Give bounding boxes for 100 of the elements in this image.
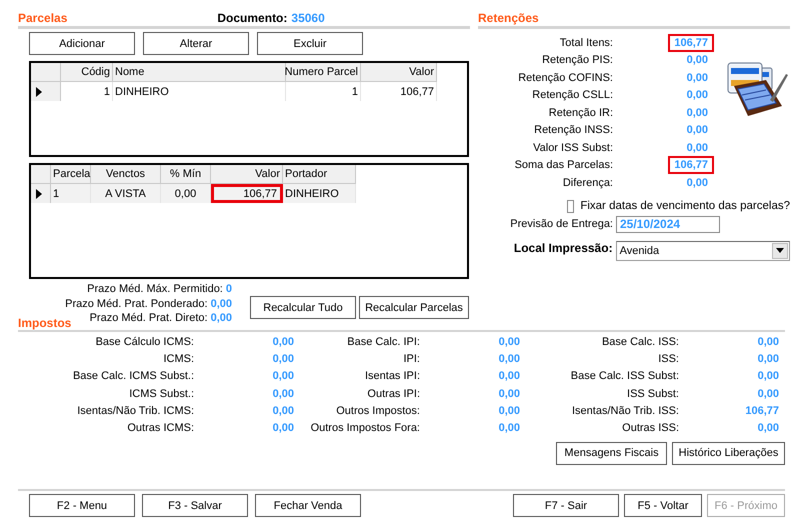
column-header[interactable]: Nome [113,63,286,82]
location-dropdown[interactable]: Avenida [616,240,790,260]
tax-value: 0,00 [756,370,779,382]
tax-label: Outras ICMS: [126,422,194,434]
tax-value: 0,00 [272,422,294,434]
checkbox-label: Fixar datas de vencimento das parcelas? [580,200,790,212]
tax-value: 0,00 [272,370,294,382]
tax-value: 0,00 [756,422,779,434]
tax-label: Isentas/Não Trib. ISS: [571,404,679,417]
table-cell: DINHEIRO [283,184,356,203]
field-label: Retenção PIS: [541,54,613,66]
footer-button[interactable]: F3 - Salvar [142,494,248,517]
field-value: 0,00 [686,140,709,156]
term-label: Prazo Méd. Máx. Permitido: [87,283,223,296]
tax-value: 0,00 [272,336,294,348]
tax-label: Outros Impostos: [335,404,420,417]
footer-button[interactable]: F5 - Voltar [624,494,702,517]
field-value: 0,00 [686,70,709,86]
field-value: 0,00 [686,176,709,191]
column-header[interactable]: Numero Parcel [286,63,361,82]
tax-value: 0,00 [272,353,294,366]
tax-label: Base Calc. IPI: [346,336,420,348]
section-title: Impostos [18,316,72,330]
header-corner [31,63,61,82]
tax-value: 0,00 [756,336,779,348]
table-cell: A VISTA [91,184,161,203]
field-label: Previsão de Entrega: [509,218,613,230]
field-label: Diferença: [562,176,613,189]
tax-label: Base Calc. ISS Subst: [570,370,679,382]
field-value: 0,00 [686,53,709,68]
tax-button[interactable]: Histórico Liberações [672,442,785,465]
term-label: Prazo Méd. Prat. Ponderado: [65,298,208,310]
checkbox[interactable] [567,200,574,212]
tax-label: Isentas IPI: [364,370,420,382]
term-label: Prazo Méd. Prat. Direto: [90,312,208,324]
tax-value: 0,00 [272,404,294,417]
tax-label: ISS Subst: [626,388,679,400]
tax-label: Base Calc. ISS: [600,336,679,348]
column-header[interactable]: Valor [361,63,437,82]
row-pointer-icon [36,188,42,198]
field-label: Retenção IR: [548,106,613,119]
field-label: Valor ISS Subst: [532,142,613,154]
action-button[interactable]: Alterar [143,32,249,55]
tax-value: 0,00 [498,336,520,348]
table-cell: DINHEIRO [113,82,286,101]
tax-label: ISS: [657,353,679,366]
caret-icon [776,248,784,253]
tax-label: ICMS Subst.: [128,388,194,400]
footer-button[interactable]: F2 - Menu [29,494,135,517]
section-title: Retenções [478,10,539,24]
tax-value: 0,00 [498,370,520,382]
field-value: 0,00 [686,123,709,138]
tax-label: IPI: [402,353,420,366]
recalculate-button[interactable]: Recalcular Parcelas [359,296,469,319]
tax-value: 0,00 [498,422,520,434]
field-value: 0,00 [686,106,709,121]
checkbook-icon [726,62,788,118]
section-title: Parcelas [18,10,68,24]
row-selector[interactable] [31,82,61,101]
field-value: 0,00 [686,88,709,104]
field-label: Retenção INSS: [533,124,613,136]
field-value: 106,77 [668,34,714,52]
footer-button[interactable]: F7 - Sair [513,494,619,517]
table-cell: 0,00 [161,184,211,203]
term-value: 0,00 [210,312,232,324]
tax-value: 0,00 [272,388,294,400]
document-number: 35060 [291,10,325,24]
field-label: Local Impressão: [512,241,613,255]
field-value: 106,77 [668,156,714,174]
tax-value: 0,00 [756,388,779,400]
column-header[interactable]: Portador [283,165,356,184]
field-label: Retenção COFINS: [517,72,613,84]
footer-button[interactable]: Fechar Venda [255,494,361,517]
row-selector[interactable] [31,184,51,203]
column-header[interactable]: Valor [211,165,283,184]
term-value: 0 [226,283,232,296]
document-label: Documento: [217,10,288,24]
header-corner [31,165,51,184]
tax-label: Outros Impostos Fora: [310,422,420,434]
table-cell: 106,77 [211,184,283,203]
column-header[interactable]: Códig [61,63,113,82]
row-pointer-icon [36,86,42,96]
tax-label: Base Calc. ICMS Subst.: [72,370,194,382]
tax-label: Isentas/Não Trib. ICMS: [76,404,194,417]
tax-value: 0,00 [498,353,520,366]
column-header[interactable]: Parcela [51,165,91,184]
tax-value: 0,00 [756,353,779,366]
tax-value: 0,00 [498,404,520,417]
action-button[interactable]: Adicionar [29,32,135,55]
column-header[interactable]: Venctos [91,165,161,184]
recalculate-button[interactable]: Recalcular Tudo [250,296,356,319]
field-label: Total Itens: [558,36,613,49]
term-value: 0,00 [210,298,232,310]
tax-button[interactable]: Mensagens Fiscais [556,442,667,465]
table-cell: 1 [51,184,91,203]
field-label: Soma das Parcelas: [514,159,613,172]
action-button[interactable]: Excluir [257,32,363,55]
tax-label: Base Cálculo ICMS: [94,336,194,348]
tax-value: 106,77 [744,404,779,417]
column-header[interactable]: % Mín [161,165,211,184]
